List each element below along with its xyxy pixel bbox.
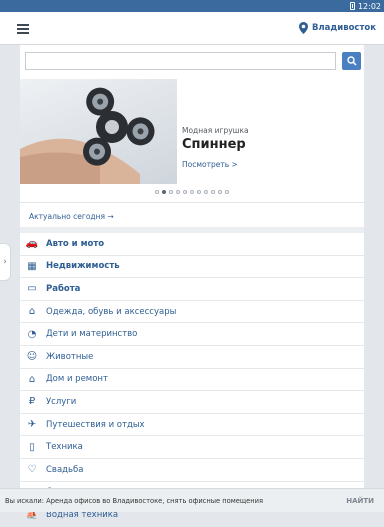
chevron-right-icon: › [3, 257, 7, 267]
carousel-dot[interactable] [162, 190, 166, 194]
app-header: Владивосток [0, 12, 384, 45]
ruble-icon: ₽ [28, 396, 36, 408]
category-label: Одежда, обувь и аксессуары [46, 306, 177, 317]
category-label: Свадьба [46, 464, 84, 475]
category-item[interactable]: ♡ Свадьба [20, 459, 364, 482]
category-label: Техника [46, 442, 83, 453]
category-label: Дом и ремонт [46, 374, 108, 385]
drawer-handle[interactable]: › [0, 243, 11, 281]
carousel-dot[interactable] [155, 190, 159, 194]
today-link[interactable]: Актуально сегодня → [29, 212, 114, 221]
briefcase-icon: ▭ [27, 283, 37, 295]
category-label: Дети и материнство [46, 329, 138, 340]
carousel-dot[interactable] [183, 190, 187, 194]
tablet-icon: ▯ [29, 441, 35, 453]
clock: 12:02 [357, 1, 381, 11]
house-icon: ⌂ [28, 373, 36, 385]
carousel-dot[interactable] [204, 190, 208, 194]
category-item[interactable]: ▦ Недвижимость [20, 256, 364, 279]
city-label: Владивосток [311, 23, 376, 33]
heart-icon: ♡ [27, 464, 37, 476]
banner-tag: Модная игрушка [182, 126, 249, 135]
city-selector[interactable]: Владивосток [298, 22, 376, 34]
category-label: Недвижимость [46, 261, 120, 272]
search-input[interactable] [25, 52, 336, 70]
category-item[interactable]: ▭ Работа [20, 278, 364, 301]
carousel-dot[interactable] [211, 190, 215, 194]
main-card: Модная игрушка Спиннер Посмотреть > Акту… [20, 45, 364, 527]
location-pin-icon [298, 22, 308, 34]
cat-icon: ☺ [26, 351, 38, 363]
category-label: Работа [46, 283, 81, 294]
category-label: Путешествия и отдых [46, 419, 145, 430]
carousel-dot[interactable] [218, 190, 222, 194]
battery-icon [349, 2, 355, 10]
carousel-dot[interactable] [190, 190, 194, 194]
spinner-image [20, 79, 177, 184]
airplane-icon: ✈ [27, 419, 37, 431]
carousel-dot[interactable] [225, 190, 229, 194]
car-icon: 🚗 [25, 238, 39, 250]
status-bar: 12:02 [0, 0, 384, 12]
category-item[interactable]: ☺ Животные [20, 346, 364, 369]
promo-banner[interactable]: Модная игрушка Спиннер Посмотреть > [20, 79, 364, 184]
category-item[interactable]: ⌂ Дом и ремонт [20, 369, 364, 392]
carousel-dots [20, 190, 364, 196]
stroller-icon: ◔ [27, 328, 37, 340]
category-item[interactable]: 🚗 Авто и мото [20, 233, 364, 256]
carousel-dot[interactable] [197, 190, 201, 194]
banner-title: Спиннер [182, 137, 246, 152]
category-item[interactable]: ✈ Путешествия и отдых [20, 414, 364, 437]
category-label: Животные [46, 351, 94, 362]
category-item[interactable]: ⌂ Одежда, обувь и аксессуары [20, 301, 364, 324]
category-item[interactable]: ◔ Дети и материнство [20, 323, 364, 346]
banner-link[interactable]: Посмотреть > [182, 160, 238, 169]
category-item[interactable]: ₽ Услуги [20, 391, 364, 414]
category-item[interactable]: ▯ Техника [20, 436, 364, 459]
building-icon: ▦ [27, 260, 37, 272]
category-label: Авто и мото [46, 238, 105, 249]
status-bar-right: 12:02 [349, 0, 381, 12]
carousel-dot[interactable] [169, 190, 173, 194]
search-button[interactable] [342, 52, 361, 70]
category-list: 🚗 Авто и мото ▦ Недвижимость ▭ Работа ⌂ Одежда,… [20, 233, 364, 527]
divider [20, 202, 364, 203]
search-icon [346, 56, 357, 66]
snackbar-action-button[interactable]: НАЙТИ [346, 497, 374, 505]
search-bar [25, 52, 361, 70]
snackbar-text: Вы искали: Аренда офисов во Владивостоке… [5, 496, 264, 505]
snackbar: Вы искали: Аренда офисов во Владивостоке… [0, 488, 384, 512]
carousel-dot[interactable] [176, 190, 180, 194]
hamburger-icon[interactable] [17, 24, 29, 34]
hanger-icon: ⌂ [28, 306, 36, 318]
category-label: Услуги [46, 396, 77, 407]
